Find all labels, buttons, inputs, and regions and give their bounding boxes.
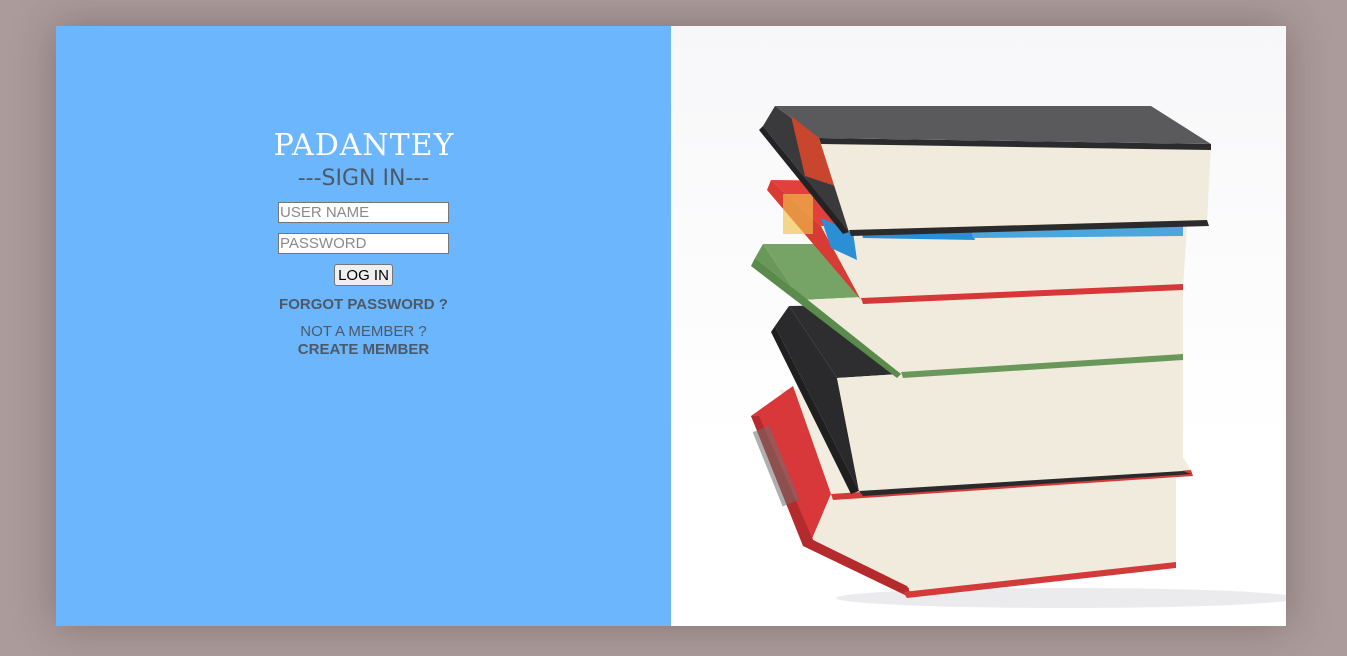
- login-button[interactable]: LOG IN: [334, 264, 393, 286]
- username-input[interactable]: [278, 202, 449, 223]
- brand-title: PADANTEY: [273, 128, 455, 163]
- password-input[interactable]: [278, 233, 449, 254]
- sign-in-heading: ---SIGN IN---: [297, 166, 430, 191]
- login-form: PADANTEY ---SIGN IN--- LOG IN FORGOT PAS…: [56, 126, 671, 359]
- login-card: PADANTEY ---SIGN IN--- LOG IN FORGOT PAS…: [56, 26, 1286, 626]
- not-member-text: NOT A MEMBER ?: [300, 323, 427, 340]
- forgot-password-link[interactable]: FORGOT PASSWORD ?: [279, 296, 448, 313]
- books-stack-image: [751, 106, 1286, 608]
- login-panel: PADANTEY ---SIGN IN--- LOG IN FORGOT PAS…: [56, 26, 671, 626]
- create-member-link[interactable]: CREATE MEMBER: [298, 341, 429, 358]
- hero-image-panel: [671, 26, 1286, 626]
